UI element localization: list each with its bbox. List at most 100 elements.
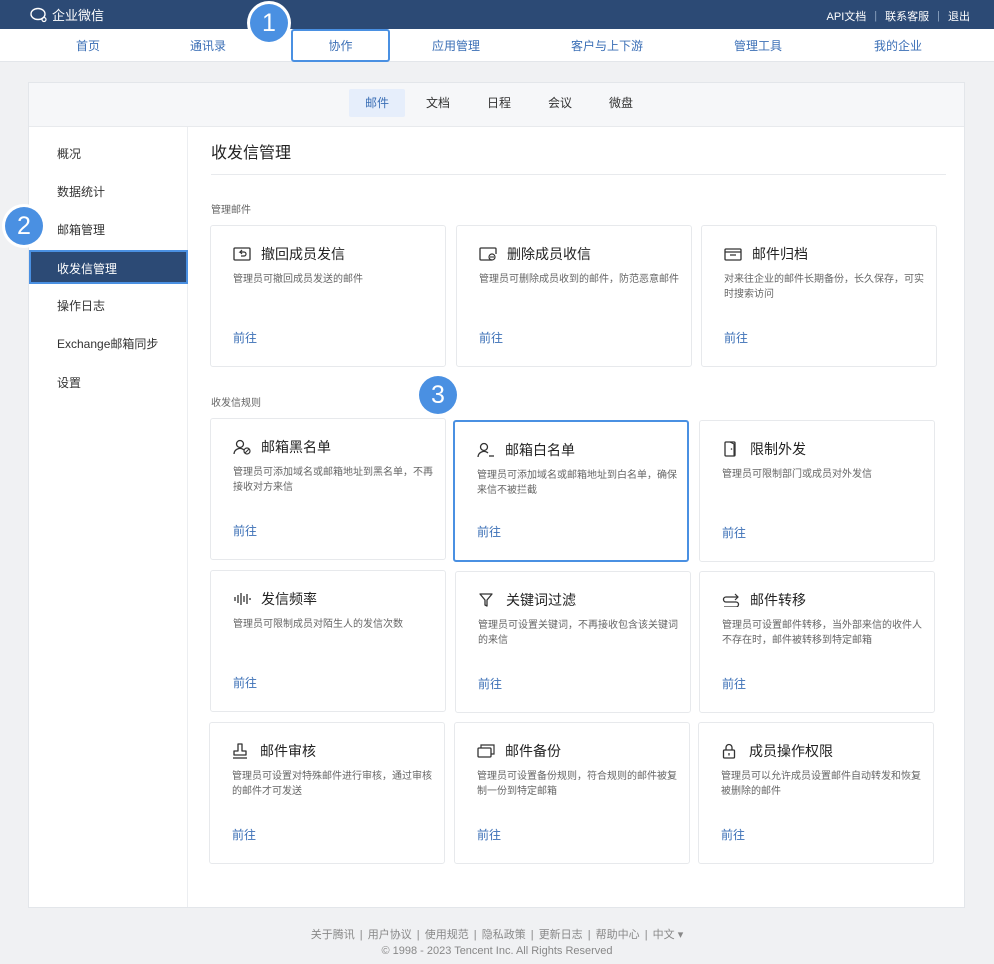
logo-text: 企业微信 (52, 8, 105, 23)
card-title: 发信频率 (261, 591, 317, 607)
tab-drive[interactable]: 微盘 (599, 89, 643, 117)
goto-link[interactable]: 前往 (233, 522, 257, 539)
door-icon (722, 440, 742, 458)
card-title: 成员操作权限 (749, 743, 833, 759)
nav-app-management[interactable]: 应用管理 (416, 29, 496, 62)
nav-management-tools[interactable]: 管理工具 (718, 29, 798, 62)
section-label-rules: 收发信规则 (211, 398, 261, 409)
goto-link[interactable]: 前往 (232, 826, 256, 843)
card-whitelist[interactable]: 邮箱白名单 管理员可添加域名或邮箱地址到白名单，确保来信不被拦截 前往 (453, 420, 689, 562)
goto-link[interactable]: 前往 (722, 675, 746, 692)
goto-link[interactable]: 前往 (479, 329, 503, 346)
footer-link-usage-rules[interactable]: 使用规范 (425, 929, 469, 941)
top-links: API文档 | 联系客服 | 退出 (827, 8, 970, 24)
card-mail-archive[interactable]: 邮件归档 对来往企业的邮件长期备份，长久保存，可实时搜索访问 前往 (701, 225, 937, 367)
card-description: 管理员可设置备份规则，符合规则的邮件被复制一份到特定邮箱 (477, 771, 677, 797)
card-recall-mail[interactable]: 撤回成员发信 管理员可撤回成员发送的邮件 前往 (210, 225, 446, 367)
card-description: 管理员可添加域名或邮箱地址到白名单，确保来信不被拦截 (477, 470, 677, 496)
whitelist-icon (477, 441, 497, 459)
audit-stamp-icon (232, 742, 252, 760)
card-mail-audit[interactable]: 邮件审核 管理员可设置对特殊邮件进行审核，通过审核的邮件才可发送 前往 (209, 722, 445, 864)
goto-link[interactable]: 前往 (477, 523, 501, 540)
logo[interactable]: 企业微信 (30, 5, 104, 24)
nav-customers[interactable]: 客户与上下游 (552, 29, 662, 62)
card-title: 关键词过滤 (506, 592, 576, 608)
card-restrict-outbound[interactable]: 限制外发 管理员可限制部门或成员对外发信 前往 (699, 420, 935, 562)
card-description: 管理员可以允许成员设置邮件自动转发和恢复被删除的邮件 (721, 771, 921, 797)
goto-link[interactable]: 前往 (478, 675, 502, 692)
goto-link[interactable]: 前往 (233, 674, 257, 691)
goto-link[interactable]: 前往 (721, 826, 745, 843)
blacklist-icon (233, 438, 253, 456)
card-description: 管理员可撤回成员发送的邮件 (233, 274, 363, 285)
footer-link-user-agreement[interactable]: 用户协议 (368, 929, 412, 941)
footer-link-about[interactable]: 关于腾讯 (311, 929, 355, 941)
card-description: 管理员可限制成员对陌生人的发信次数 (233, 619, 403, 630)
tab-mail[interactable]: 邮件 (349, 89, 405, 117)
nav-my-enterprise[interactable]: 我的企业 (858, 29, 938, 62)
filter-icon (478, 591, 498, 609)
backup-icon (477, 742, 497, 760)
contact-support-link[interactable]: 联系客服 (885, 8, 929, 24)
sidebar-item-operation-log[interactable]: 操作日志 (29, 289, 188, 323)
goto-link[interactable]: 前往 (233, 329, 257, 346)
card-title: 邮箱白名单 (505, 442, 575, 458)
divider: | (874, 10, 878, 22)
language-selector[interactable]: 中文 ▾ (653, 929, 684, 941)
wecom-logo-icon (30, 7, 47, 22)
card-title: 邮件备份 (505, 743, 561, 759)
logout-link[interactable]: 退出 (948, 8, 970, 24)
sidebar-item-mailbox-management[interactable]: 邮箱管理 (29, 213, 188, 247)
footer-links: 关于腾讯 | 用户协议 | 使用规范 | 隐私政策 | 更新日志 | 帮助中心 … (310, 929, 684, 941)
copyright: © 1998 - 2023 Tencent Inc. All Rights Re… (381, 945, 613, 957)
card-description: 管理员可设置对特殊邮件进行审核，通过审核的邮件才可发送 (232, 771, 432, 797)
card-send-frequency[interactable]: 发信频率 管理员可限制成员对陌生人的发信次数 前往 (210, 570, 446, 712)
card-title: 邮件审核 (260, 743, 316, 759)
nav-contacts[interactable]: 通讯录 (168, 29, 248, 62)
card-description: 管理员可限制部门或成员对外发信 (722, 469, 872, 480)
card-title: 限制外发 (750, 441, 806, 457)
goto-link[interactable]: 前往 (724, 329, 748, 346)
card-keyword-filter[interactable]: 关键词过滤 管理员可设置关键词，不再接收包含该关键词的来信 前往 (455, 571, 691, 713)
card-description: 管理员可删除成员收到的邮件，防范恶意邮件 (479, 274, 679, 285)
page-title: 收发信管理 (211, 145, 292, 162)
title-divider (211, 174, 946, 175)
tab-meeting[interactable]: 会议 (538, 89, 582, 117)
sidebar-item-send-receive-management[interactable]: 收发信管理 (29, 250, 188, 284)
frequency-icon (233, 590, 253, 608)
tab-calendar[interactable]: 日程 (477, 89, 521, 117)
card-description: 管理员可设置关键词，不再接收包含该关键词的来信 (478, 620, 678, 646)
step-badge-3: 3 (419, 376, 457, 414)
card-title: 邮箱黑名单 (261, 439, 331, 455)
footer-link-changelog[interactable]: 更新日志 (539, 929, 583, 941)
sidebar-item-exchange-sync[interactable]: Exchange邮箱同步 (29, 327, 188, 361)
sidebar-item-settings[interactable]: 设置 (29, 366, 188, 400)
goto-link[interactable]: 前往 (722, 524, 746, 541)
card-delete-received[interactable]: 删除成员收信 管理员可删除成员收到的邮件，防范恶意邮件 前往 (456, 225, 692, 367)
recall-icon (233, 245, 253, 263)
step-badge-2: 2 (5, 207, 43, 245)
card-title: 撤回成员发信 (261, 246, 345, 262)
footer-link-help[interactable]: 帮助中心 (596, 929, 640, 941)
card-description: 管理员可设置邮件转移，当外部来信的收件人不存在时，邮件被转移到特定邮箱 (722, 620, 922, 646)
api-docs-link[interactable]: API文档 (827, 8, 867, 24)
card-title: 邮件转移 (750, 592, 806, 608)
nav-collaboration[interactable]: 协作 (291, 29, 390, 62)
nav-home[interactable]: 首页 (48, 29, 128, 62)
lock-icon (721, 742, 741, 760)
card-blacklist[interactable]: 邮箱黑名单 管理员可添加域名或邮箱地址到黑名单，不再接收对方来信 前往 (210, 418, 446, 560)
card-title: 删除成员收信 (507, 246, 591, 262)
card-member-permissions[interactable]: 成员操作权限 管理员可以允许成员设置邮件自动转发和恢复被删除的邮件 前往 (698, 722, 934, 864)
step-badge-1: 1 (250, 4, 288, 42)
card-mail-transfer[interactable]: 邮件转移 管理员可设置邮件转移，当外部来信的收件人不存在时，邮件被转移到特定邮箱… (699, 571, 935, 713)
transfer-icon (722, 591, 742, 609)
delete-mail-icon (479, 245, 499, 263)
sidebar-item-overview[interactable]: 概况 (29, 137, 188, 171)
footer-link-privacy[interactable]: 隐私政策 (482, 929, 526, 941)
card-description: 管理员可添加域名或邮箱地址到黑名单，不再接收对方来信 (233, 467, 433, 493)
goto-link[interactable]: 前往 (477, 826, 501, 843)
sidebar-item-statistics[interactable]: 数据统计 (29, 175, 188, 209)
tab-docs[interactable]: 文档 (416, 89, 460, 117)
card-mail-backup[interactable]: 邮件备份 管理员可设置备份规则，符合规则的邮件被复制一份到特定邮箱 前往 (454, 722, 690, 864)
main-nav: 首页 通讯录 协作 应用管理 客户与上下游 管理工具 我的企业 (0, 29, 994, 62)
